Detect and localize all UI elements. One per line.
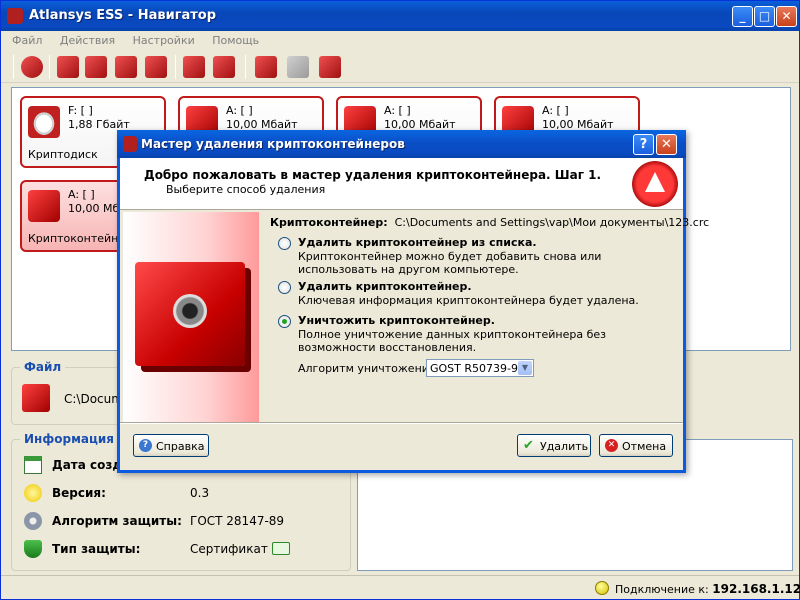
chevron-down-icon[interactable]: ▼ — [518, 361, 532, 375]
algorithm-select[interactable]: GOST R50739-95 ▼ — [426, 359, 534, 377]
container-mount-icon[interactable] — [145, 56, 167, 78]
container-tool-icon[interactable] — [57, 56, 79, 78]
menu-file[interactable]: Файл — [5, 31, 49, 50]
connect-icon[interactable] — [255, 56, 277, 78]
info-panel-legend: Информация — [20, 432, 118, 446]
option-title: Удалить криптоконтейнер. — [298, 280, 472, 293]
option-description: Полное уничтожение данных криптоконтейне… — [298, 328, 606, 354]
dialog-separator — [120, 422, 683, 424]
delete-button-label: Удалить — [540, 440, 589, 453]
certificate-icon[interactable] — [272, 542, 290, 555]
disk-icon — [28, 106, 60, 138]
file-path: C:\Docum — [64, 392, 123, 406]
help-button-label: Справка — [156, 440, 205, 453]
logo-tool-icon[interactable] — [21, 56, 43, 78]
cancel-button[interactable]: ✕ Отмена — [599, 434, 673, 457]
destruction-algorithm: Алгоритм уничтожения: GOST R50739-95 ▼ — [298, 359, 534, 377]
dialog-help-button[interactable]: ? — [633, 134, 654, 155]
wizard-heading: Добро пожаловать в мастер удаления крипт… — [144, 168, 602, 182]
delete-wizard-dialog: Мастер удаления криптоконтейнеров ? ✕ До… — [117, 130, 709, 473]
drive-letter: A: [ ] — [384, 104, 411, 117]
checkmark-icon: ✔ — [523, 438, 534, 453]
safe-icon — [135, 262, 245, 366]
container-key-icon[interactable] — [115, 56, 137, 78]
radio-destroy[interactable] — [278, 315, 291, 328]
option-description: Ключевая информация криптоконтейнера буд… — [298, 294, 639, 307]
container-check-icon[interactable] — [85, 56, 107, 78]
radio-delete[interactable] — [278, 281, 291, 294]
option-title: Удалить криптоконтейнер из списка. — [298, 236, 537, 249]
drive-letter: A: [ ] — [226, 104, 253, 117]
wizard-side-image — [123, 212, 259, 422]
lightbulb-icon — [24, 484, 42, 502]
menu-help[interactable]: Помощь — [205, 31, 266, 50]
shield-icon — [24, 540, 42, 558]
remove-icon[interactable] — [319, 56, 341, 78]
title-bar[interactable]: Atlansys ESS - Навигатор _ □ ✕ — [1, 1, 799, 31]
add-container-icon[interactable] — [183, 56, 205, 78]
dialog-close-button[interactable]: ✕ — [656, 134, 677, 155]
dialog-title: Мастер удаления криптоконтейнеров — [141, 137, 405, 151]
wizard-subheading: Выберите способ удаления — [166, 183, 326, 196]
container-name: Криптодиск — [28, 148, 98, 161]
algorithm-label: Алгоритм уничтожения: — [298, 362, 440, 375]
info-label: Тип защиты: — [52, 542, 141, 556]
menu-actions[interactable]: Действия — [53, 31, 122, 50]
atlansys-logo-icon — [632, 161, 678, 207]
option-remove-from-list[interactable]: Удалить криптоконтейнер из списка. Крипт… — [278, 236, 678, 276]
option-description: Криптоконтейнер можно будет добавить сно… — [298, 250, 602, 276]
dialog-title-bar[interactable]: Мастер удаления криптоконтейнеров ? ✕ — [117, 130, 686, 158]
calendar-icon — [24, 456, 42, 474]
container-label: Криптоконтейнер: — [270, 216, 388, 229]
disabled-tool-icon — [287, 56, 309, 78]
info-value: 0.3 — [190, 486, 210, 500]
info-label: Алгоритм защиты: — [52, 514, 182, 528]
cancel-icon: ✕ — [605, 439, 618, 452]
option-delete[interactable]: Удалить криптоконтейнер. Ключевая информ… — [278, 280, 678, 310]
info-value: ГОСТ 28147-89 — [190, 514, 285, 528]
drive-letter: A: [ ] — [542, 104, 569, 117]
status-bar: Подключение к: 192.168.1.126 — [1, 575, 800, 599]
toolbar-separator — [49, 55, 50, 79]
toolbar-separator — [245, 55, 246, 79]
container-path-line: Криптоконтейнер: C:\Documents and Settin… — [270, 216, 709, 229]
algorithm-value: GOST R50739-95 — [430, 362, 525, 375]
option-destroy[interactable]: Уничтожить криптоконтейнер. Полное уничт… — [278, 314, 678, 354]
close-button[interactable]: ✕ — [776, 6, 797, 27]
menu-settings[interactable]: Настройки — [126, 31, 202, 50]
menu-bar: Файл Действия Настройки Помощь — [1, 31, 799, 51]
dialog-header: Добро пожаловать в мастер удаления крипт… — [120, 158, 683, 210]
radio-remove-from-list[interactable] — [278, 237, 291, 250]
help-button[interactable]: ? Справка — [133, 434, 209, 457]
window-title: Atlansys ESS - Навигатор — [29, 8, 217, 23]
connection-host: 192.168.1.126 — [712, 582, 800, 596]
connection-status-icon — [595, 581, 609, 595]
container-path: C:\Documents and Settings\vap\Мои докуме… — [394, 216, 710, 229]
toolbar-separator — [13, 55, 14, 79]
safe-icon — [22, 384, 50, 412]
minimize-button[interactable]: _ — [732, 6, 753, 27]
delete-button[interactable]: ✔ Удалить — [517, 434, 591, 457]
app-icon — [123, 136, 137, 152]
maximize-button[interactable]: □ — [754, 6, 775, 27]
drive-letter: F: [ ] — [68, 104, 93, 117]
connection-status: Подключение к: 192.168.1.126 — [615, 582, 800, 596]
gears-icon — [24, 512, 42, 530]
new-container-icon[interactable] — [213, 56, 235, 78]
toolbar-separator — [175, 55, 176, 79]
file-panel-legend: Файл — [20, 360, 66, 374]
safe-icon — [28, 190, 60, 222]
info-label: Версия: — [52, 486, 106, 500]
help-icon: ? — [139, 439, 152, 452]
info-value: Сертификат — [190, 542, 268, 556]
cancel-button-label: Отмена — [622, 440, 667, 453]
toolbar — [1, 51, 799, 83]
app-icon — [7, 8, 23, 24]
connection-label: Подключение к: — [615, 583, 709, 596]
drive-letter: A: [ ] — [68, 188, 95, 201]
option-title: Уничтожить криптоконтейнер. — [298, 314, 495, 327]
